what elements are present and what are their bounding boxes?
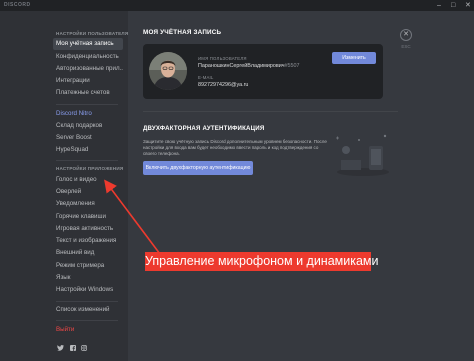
- twofa-illustration: [333, 128, 393, 183]
- window-titlebar: DISCORD – □ ✕: [0, 0, 474, 11]
- facebook-icon[interactable]: [69, 345, 78, 353]
- sidebar-item-windows-settings[interactable]: Настройки Windows: [53, 284, 123, 296]
- avatar[interactable]: [149, 52, 187, 90]
- discriminator: #5507: [284, 63, 300, 69]
- page-title: МОЯ УЧЁТНАЯ ЗАПИСЬ: [143, 29, 222, 36]
- sidebar-item-authorized-apps[interactable]: Авторизованные прил...: [53, 63, 123, 75]
- email-value: 89272974296@ya.ru: [198, 82, 249, 88]
- maximize-button[interactable]: □: [451, 1, 455, 10]
- twitter-icon[interactable]: [57, 345, 66, 353]
- close-window-button[interactable]: ✕: [465, 1, 471, 10]
- sidebar-item-logout[interactable]: Выйти: [53, 324, 123, 336]
- sidebar-item-integrations[interactable]: Интеграции: [53, 75, 123, 87]
- sidebar-divider: [56, 104, 118, 105]
- sidebar-item-nitro[interactable]: Discord Nitro: [53, 108, 123, 120]
- settings-sidebar: НАСТРОЙКИ ПОЛЬЗОВАТЕЛЯ Моя учётная запис…: [0, 11, 128, 361]
- annotation-callout: Управление микрофоном и динамиками: [145, 252, 379, 271]
- sidebar-item-text-images[interactable]: Текст и изображения: [53, 235, 123, 247]
- sidebar-divider: [56, 301, 118, 302]
- edit-account-button[interactable]: Изменить: [332, 52, 376, 64]
- sidebar-item-privacy[interactable]: Конфиденциальность: [53, 51, 123, 63]
- app-settings-header: НАСТРОЙКИ ПРИЛОЖЕНИЯ: [56, 166, 124, 171]
- social-links: [57, 345, 91, 353]
- sidebar-item-streamer-mode[interactable]: Режим стримера: [53, 260, 123, 272]
- sidebar-item-my-account[interactable]: Моя учётная запись: [53, 38, 123, 50]
- twofa-title: ДВУХФАКТОРНАЯ АУТЕНТИФИКАЦИЯ: [143, 125, 265, 132]
- sidebar-item-gift-inventory[interactable]: Склад подарков: [53, 120, 123, 132]
- sidebar-item-language[interactable]: Язык: [53, 272, 123, 284]
- settings-content: МОЯ УЧЁТНАЯ ЗАПИСЬ ✕ ESC ИМЯ ПОЛЬЗОВАТЕЛ…: [128, 11, 474, 361]
- username-text: ПараношкинСергейВладимирович: [198, 63, 285, 69]
- sidebar-divider: [56, 160, 118, 161]
- section-divider: [143, 111, 398, 112]
- sidebar-item-billing[interactable]: Платежные счетов: [53, 87, 123, 99]
- username-label: ИМЯ ПОЛЬЗОВАТЕЛЯ: [198, 56, 247, 61]
- sidebar-item-changelog[interactable]: Список изменений: [53, 304, 123, 316]
- sidebar-item-keybinds[interactable]: Горячие клавиши: [53, 211, 123, 223]
- close-settings-button[interactable]: ✕: [400, 29, 412, 41]
- twofa-description: Защитите свою учётную запись Discord доп…: [143, 139, 327, 156]
- minimize-button[interactable]: –: [437, 1, 441, 10]
- sidebar-divider: [56, 320, 118, 321]
- sidebar-item-overlay[interactable]: Оверлей: [53, 186, 123, 198]
- esc-label: ESC: [401, 44, 411, 49]
- sidebar-item-game-activity[interactable]: Игровая активность: [53, 223, 123, 235]
- sidebar-item-voice-video[interactable]: Голос и видео: [53, 174, 123, 186]
- account-card: ИМЯ ПОЛЬЗОВАТЕЛЯ ПараношкинСергейВладими…: [143, 44, 383, 99]
- close-icon: ✕: [403, 31, 409, 38]
- sidebar-item-notifications[interactable]: Уведомления: [53, 198, 123, 210]
- sidebar-item-appearance[interactable]: Внешний вид: [53, 247, 123, 259]
- email-label: E-MAIL: [198, 75, 214, 80]
- sidebar-item-server-boost[interactable]: Server Boost: [53, 132, 123, 144]
- instagram-icon[interactable]: [81, 345, 88, 353]
- username-value: ПараношкинСергейВладимирович#5507: [198, 63, 300, 69]
- sidebar-item-hypesquad[interactable]: HypeSquad: [53, 144, 123, 156]
- enable-2fa-button[interactable]: Включить двухфакторную аутентификацию: [143, 161, 253, 175]
- user-settings-header: НАСТРОЙКИ ПОЛЬЗОВАТЕЛЯ: [56, 31, 129, 36]
- app-brand: DISCORD: [4, 2, 31, 8]
